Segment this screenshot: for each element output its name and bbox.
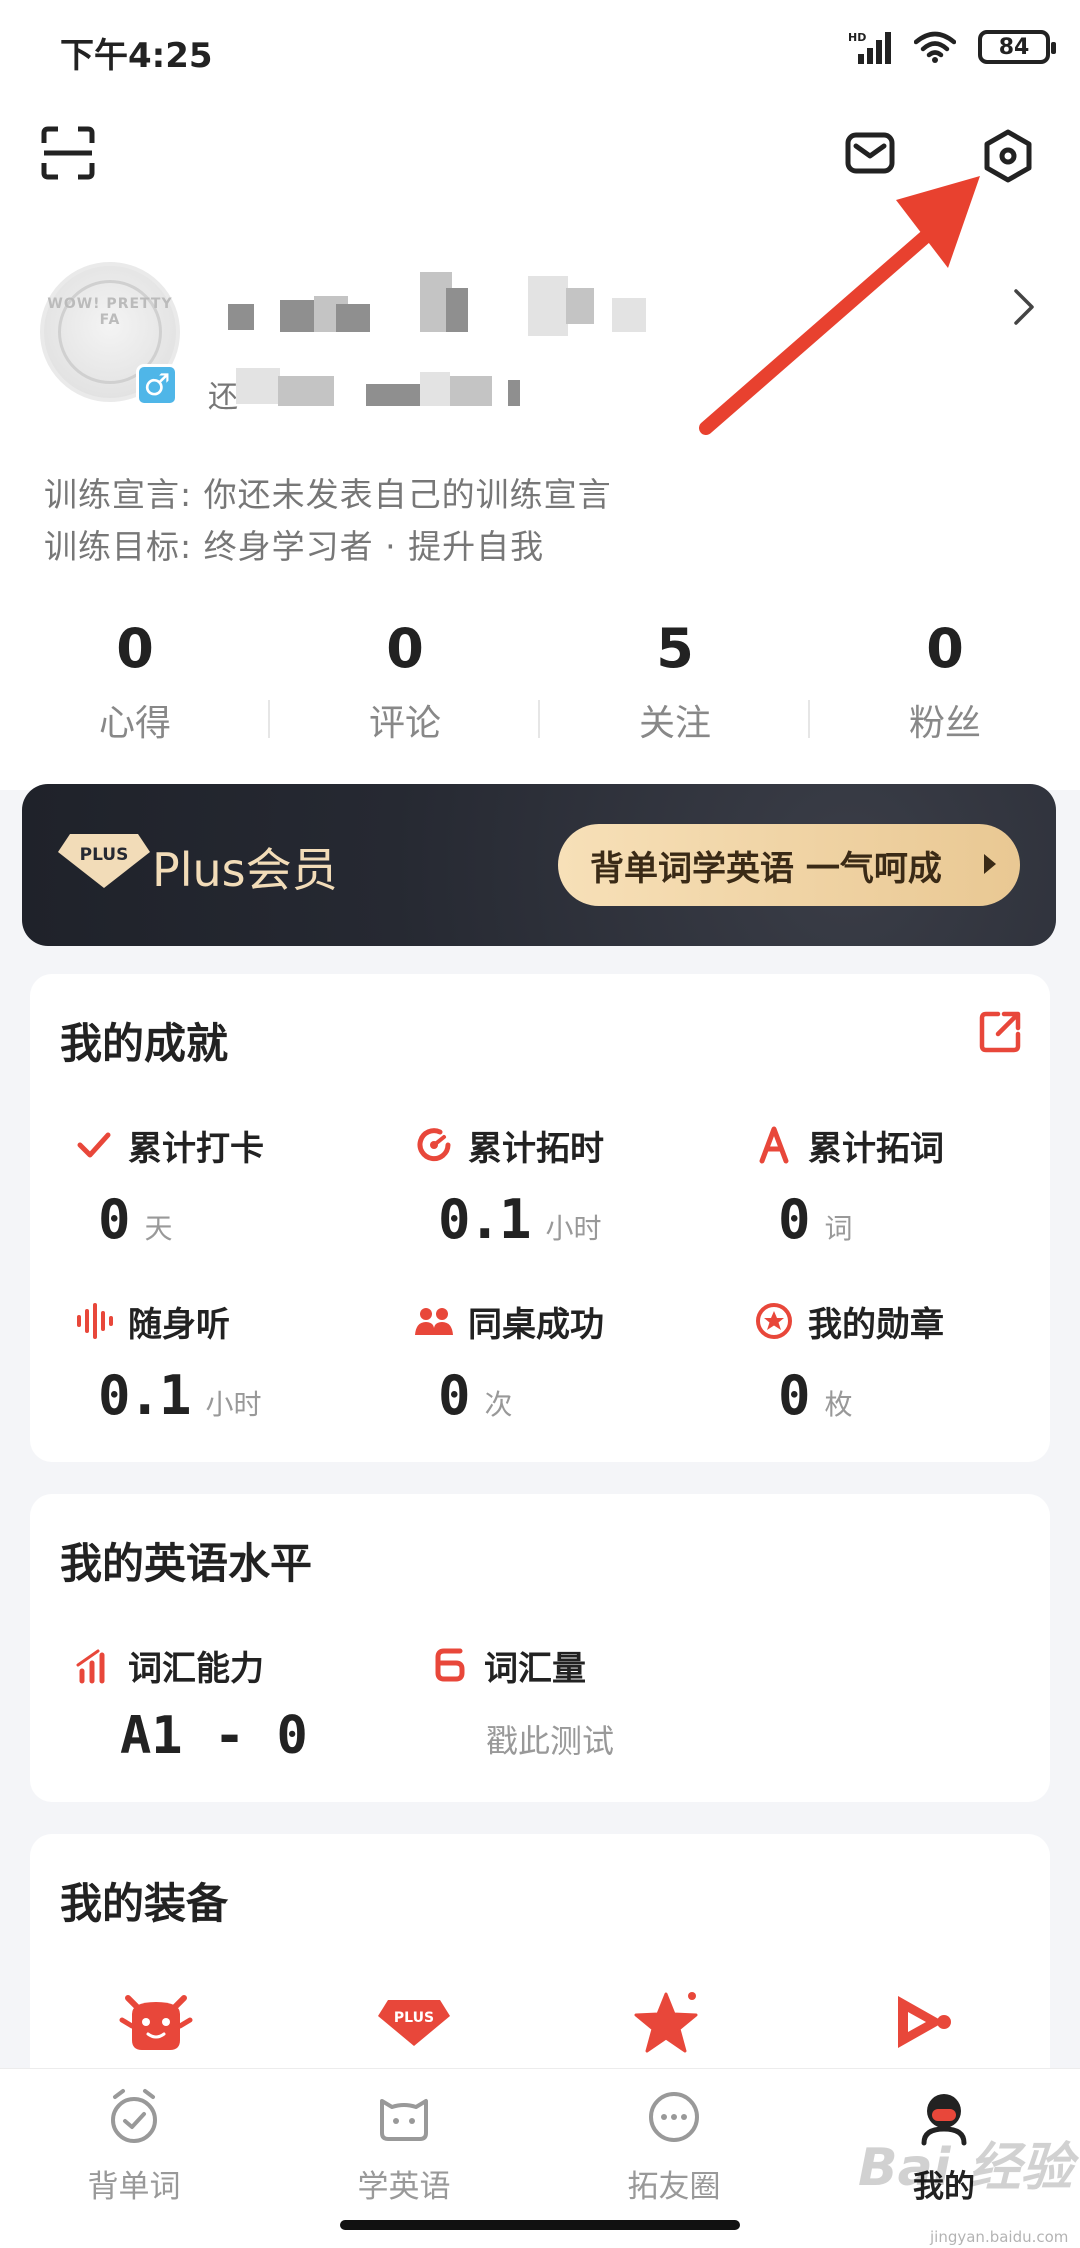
stat-label: 评论 <box>368 703 441 744</box>
achievement-value: 0 <box>438 1364 470 1427</box>
stat-insights[interactable]: 0 心得 <box>0 618 270 748</box>
plus-badge-icon[interactable]: PLUS <box>376 1984 452 2060</box>
status-icons: HD 84 <box>848 22 1056 72</box>
achievements-title: 我的成就 <box>60 1019 229 1068</box>
battery-indicator: 84 <box>978 30 1056 64</box>
wifi-icon <box>914 31 956 63</box>
achievement-unit: 小时 <box>545 1212 602 1245</box>
share-play-icon[interactable] <box>882 1984 958 2060</box>
achievement-unit: 小时 <box>205 1388 262 1421</box>
vocab-ability-value: A1 - 0 <box>120 1706 308 1766</box>
profile-stats: 0 心得 0 评论 5 关注 0 粉丝 <box>0 618 1080 748</box>
nav-friends-circle[interactable]: 拓友圈 <box>574 2087 774 2206</box>
achievement-checkins[interactable]: 累计打卡 0 天 <box>74 1122 394 1252</box>
achievement-unit: 枚 <box>824 1388 853 1421</box>
gender-badge: ♂ <box>136 364 178 406</box>
letter-a-icon <box>759 1126 789 1164</box>
baidu-watermark-url: jingyan.baidu.com <box>930 2228 1069 2246</box>
training-declaration: 训练宣言: 你还未发表自己的训练宣言 <box>44 475 612 514</box>
avatar-text: WOW! PRETTY FA <box>47 296 173 328</box>
vocab-size-label: 词汇量 <box>484 1648 586 1689</box>
achievement-value: 0.1 <box>98 1364 192 1427</box>
nav-label: 拓友圈 <box>627 2169 721 2205</box>
star-icon[interactable] <box>630 1984 706 2060</box>
achievement-medals[interactable]: 我的勋章 0 枚 <box>754 1298 1074 1428</box>
external-link-icon[interactable] <box>976 1008 1024 1056</box>
red-arrow-annotation-icon <box>699 176 980 435</box>
stat-label: 关注 <box>638 703 711 744</box>
stat-comments[interactable]: 0 评论 <box>270 618 540 748</box>
training-goal: 训练目标: 终身学习者 · 提升自我 <box>44 527 545 566</box>
achievement-value: 0 <box>98 1188 130 1251</box>
plus-badge-text: PLUS <box>80 845 129 865</box>
bar-chart-icon <box>76 1649 105 1684</box>
stat-value: 0 <box>386 617 424 680</box>
status-time: 下午4:25 <box>60 36 213 76</box>
achievement-value: 0 <box>778 1364 810 1427</box>
stat-label: 心得 <box>98 703 171 744</box>
stat-label: 粉丝 <box>908 703 981 744</box>
plus-cta-label: 背单词学英语 一气呵成 <box>590 848 942 889</box>
achievement-study-time[interactable]: 累计拓时 0.1 小时 <box>414 1122 734 1252</box>
achievement-unit: 天 <box>144 1212 173 1245</box>
signal-icon: HD <box>848 31 891 64</box>
vocab-six-icon <box>435 1648 465 1682</box>
stat-value: 0 <box>926 617 964 680</box>
monster-icon[interactable] <box>118 1984 194 2060</box>
achievement-unit: 词 <box>824 1212 853 1245</box>
stat-value: 0 <box>116 617 154 680</box>
nav-memorize-words[interactable]: 背单词 <box>34 2087 234 2206</box>
vocab-test-link[interactable]: 戳此测试 <box>430 1716 614 1762</box>
english-level-card: 我的英语水平 词汇能力 A1 - 0 词汇量 戳此测试 <box>30 1494 1050 1802</box>
vocab-size[interactable]: 词汇量 戳此测试 <box>430 1642 614 1762</box>
equipment-plus-text: PLUS <box>394 2010 434 2026</box>
cat-face-icon <box>380 2099 428 2141</box>
user-id-prefix: 还 <box>208 380 238 415</box>
achievement-label: 累计打卡 <box>128 1128 264 1169</box>
mail-icon[interactable] <box>845 132 895 174</box>
plus-badge-icon: PLUS <box>58 834 150 888</box>
plus-member-banner[interactable]: PLUS Plus会员 背单词学英语 一气呵成 <box>22 784 1056 946</box>
vocab-ability-label: 词汇能力 <box>128 1648 264 1689</box>
stat-value: 5 <box>656 617 694 680</box>
medal-icon <box>756 1303 792 1339</box>
english-level-title: 我的英语水平 <box>60 1539 313 1588</box>
vocab-ability[interactable]: 词汇能力 A1 - 0 <box>74 1642 308 1766</box>
stat-following[interactable]: 5 关注 <box>540 618 810 748</box>
achievements-card: 我的成就 累计打卡 0 天 累计拓时 0.1 小时 累计拓词 0 词 随身听 0… <box>30 974 1050 1462</box>
chat-bubble-icon <box>649 2092 699 2142</box>
achievement-label: 累计拓时 <box>468 1128 604 1169</box>
plus-cta-button[interactable]: 背单词学英语 一气呵成 <box>558 824 1020 906</box>
achievement-label: 随身听 <box>128 1304 230 1345</box>
baidu-watermark: Bai 经验 <box>858 2138 1073 2198</box>
network-type-label: HD <box>848 31 866 44</box>
achievement-unit: 次 <box>484 1388 513 1421</box>
nav-label: 背单词 <box>87 2169 181 2205</box>
nav-learn-english[interactable]: 学英语 <box>304 2087 504 2206</box>
achievement-value: 0 <box>778 1188 810 1251</box>
achievement-value: 0.1 <box>438 1188 532 1251</box>
achievement-label: 累计拓词 <box>808 1128 944 1169</box>
alarm-clock-icon <box>111 2089 157 2143</box>
achievement-deskmate[interactable]: 同桌成功 0 次 <box>414 1298 734 1428</box>
equipment-title: 我的装备 <box>60 1879 229 1928</box>
audio-wave-icon <box>77 1303 113 1339</box>
stat-followers[interactable]: 0 粉丝 <box>810 618 1080 748</box>
achievement-label: 同桌成功 <box>468 1304 604 1345</box>
scan-icon[interactable] <box>40 125 96 181</box>
users-icon <box>415 1308 453 1335</box>
plus-title: Plus会员 <box>152 843 338 897</box>
home-indicator[interactable] <box>340 2220 740 2230</box>
achievement-words[interactable]: 累计拓词 0 词 <box>754 1122 1074 1252</box>
chevron-right-icon[interactable] <box>1010 285 1038 329</box>
check-icon <box>77 1132 111 1158</box>
nav-label: 学英语 <box>357 2169 451 2205</box>
play-arrow-icon <box>984 854 996 874</box>
achievement-label: 我的勋章 <box>808 1304 944 1345</box>
achievement-listening[interactable]: 随身听 0.1 小时 <box>74 1298 394 1428</box>
timer-icon <box>417 1128 451 1162</box>
